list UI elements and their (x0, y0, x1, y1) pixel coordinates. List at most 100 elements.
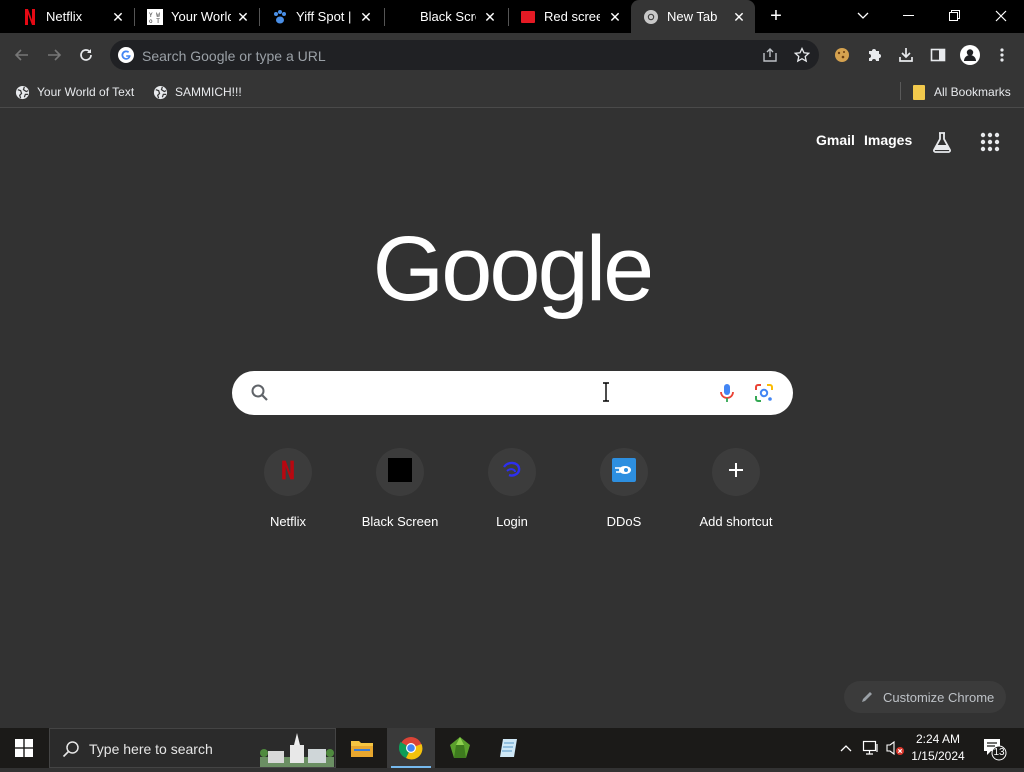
tab-strip: Netflix ✕ Y Wo T Your World ✕ Yiff Spot … (0, 0, 1024, 33)
restore-button[interactable] (940, 4, 970, 28)
file-explorer-icon[interactable] (338, 728, 386, 768)
side-panel-icon[interactable] (924, 41, 952, 69)
tab-red-screen[interactable]: Red screen ✕ (508, 0, 632, 33)
taskbar-clock[interactable]: 2:24 AM 1/15/2024 (906, 731, 970, 765)
tab-title: Black Scree (420, 9, 476, 24)
search-highlight-illustration (260, 731, 334, 767)
shortcut-tile (488, 448, 536, 496)
new-tab-button[interactable]: + (765, 6, 787, 28)
bookmarks-divider (900, 82, 901, 100)
profile-avatar-icon[interactable] (956, 41, 984, 69)
share-icon[interactable] (760, 45, 780, 65)
images-link[interactable]: Images (864, 132, 912, 148)
network-icon[interactable] (861, 738, 881, 758)
netflix-icon (281, 459, 295, 486)
labs-flask-icon[interactable] (930, 130, 954, 154)
bookmark-star-icon[interactable] (792, 45, 812, 65)
bookmark-label: Your World of Text (37, 85, 135, 99)
paw-icon (272, 9, 288, 25)
shortcut-login[interactable]: Login (456, 448, 568, 544)
globe-icon (14, 84, 30, 100)
gmail-link[interactable]: Gmail (816, 132, 855, 148)
your-world-of-text-icon: Y Wo T (147, 9, 163, 25)
tab-title: Red screen (544, 9, 600, 24)
tab-title: Yiff Spot | (296, 9, 352, 24)
green-gem-app-icon[interactable] (436, 728, 484, 768)
google-apps-icon[interactable] (978, 130, 1002, 154)
close-window-button[interactable] (986, 4, 1016, 28)
shortcut-ddos[interactable]: DDoS (568, 448, 680, 544)
netflix-icon (22, 9, 38, 25)
clock-date: 1/15/2024 (911, 749, 965, 763)
shortcut-tile (600, 448, 648, 496)
shortcut-tile (712, 448, 760, 496)
close-icon[interactable]: ✕ (482, 9, 498, 25)
search-box[interactable] (232, 371, 793, 415)
new-tab-page: Gmail Images Google Netflix Black Screen… (0, 108, 1024, 728)
black-square-icon (396, 9, 412, 25)
black-square-icon (388, 457, 412, 487)
windows-start-button[interactable] (0, 728, 48, 768)
bookmark-label: SAMMICH!!! (175, 85, 242, 99)
login-swirl-icon (500, 458, 524, 487)
notepad-app-icon[interactable] (485, 728, 533, 768)
tab-new-tab[interactable]: New Tab ✕ (631, 0, 755, 33)
tab-black-screen[interactable]: Black Scree ✕ (384, 0, 508, 33)
minimize-button[interactable] (894, 4, 924, 28)
forward-button[interactable] (40, 41, 68, 69)
shortcut-black-screen[interactable]: Black Screen (344, 448, 456, 544)
close-icon[interactable]: ✕ (607, 9, 623, 25)
bookmarks-bar: Your World of Text SAMMICH!!! All Bookma… (0, 77, 1024, 108)
shortcut-label: Black Screen (361, 514, 439, 529)
tab-netflix[interactable]: Netflix ✕ (10, 0, 134, 33)
clock-time: 2:24 AM (915, 732, 961, 746)
svg-text:o T: o T (149, 18, 160, 25)
google-lens-icon[interactable] (753, 382, 775, 404)
google-g-icon (118, 47, 134, 63)
chrome-taskbar-icon[interactable] (387, 728, 435, 768)
tab-your-world[interactable]: Y Wo T Your World ✕ (135, 0, 259, 33)
shortcut-tile (376, 448, 424, 496)
shortcut-label: DDoS (606, 514, 642, 529)
extensions-puzzle-icon[interactable] (860, 41, 888, 69)
voice-search-mic-icon[interactable] (716, 382, 738, 404)
red-square-icon (520, 9, 536, 25)
taskbar-search-placeholder: Type here to search (89, 741, 213, 757)
chrome-icon (643, 9, 659, 25)
folder-icon (911, 84, 927, 100)
svg-text:Google: Google (374, 230, 650, 320)
toolbar: Search Google or type a URL (0, 33, 1024, 77)
tab-search-chevron-icon[interactable] (848, 4, 878, 28)
reload-button[interactable] (72, 41, 100, 69)
tab-title: Netflix (46, 9, 83, 24)
add-shortcut-button[interactable]: Add shortcut (680, 448, 792, 544)
globe-icon (152, 84, 168, 100)
shortcut-netflix[interactable]: Netflix (232, 448, 344, 544)
close-icon[interactable]: ✕ (110, 9, 126, 25)
tab-title: New Tab (667, 9, 718, 24)
volume-muted-icon[interactable] (885, 738, 905, 758)
search-input[interactable] (282, 381, 702, 405)
all-bookmarks-label: All Bookmarks (934, 85, 1011, 99)
tab-yiff-spot[interactable]: Yiff Spot | ✕ (260, 0, 384, 33)
download-icon[interactable] (892, 41, 920, 69)
customize-chrome-button[interactable]: Customize Chrome (844, 681, 1006, 713)
notification-center-button[interactable]: 13 (978, 734, 1008, 762)
show-hidden-icons-chevron[interactable] (836, 738, 856, 758)
close-icon[interactable]: ✕ (235, 9, 251, 25)
google-logo: Google (374, 230, 650, 320)
text-cursor-icon (601, 382, 611, 402)
search-icon (250, 383, 270, 403)
bookmark-your-world-of-text[interactable]: Your World of Text (14, 82, 134, 102)
omnibox[interactable]: Search Google or type a URL (110, 40, 819, 70)
close-icon[interactable]: ✕ (731, 9, 747, 25)
notification-count-badge: 13 (993, 747, 1005, 758)
cookie-extension-icon[interactable] (828, 41, 856, 69)
back-button[interactable] (8, 41, 36, 69)
more-menu-icon[interactable] (988, 41, 1016, 69)
bookmark-sammich[interactable]: SAMMICH!!! (152, 82, 242, 102)
all-bookmarks-button[interactable]: All Bookmarks (911, 82, 1011, 102)
customize-chrome-label: Customize Chrome (883, 690, 995, 705)
taskbar-search-box[interactable]: Type here to search (49, 728, 336, 768)
close-icon[interactable]: ✕ (358, 9, 374, 25)
